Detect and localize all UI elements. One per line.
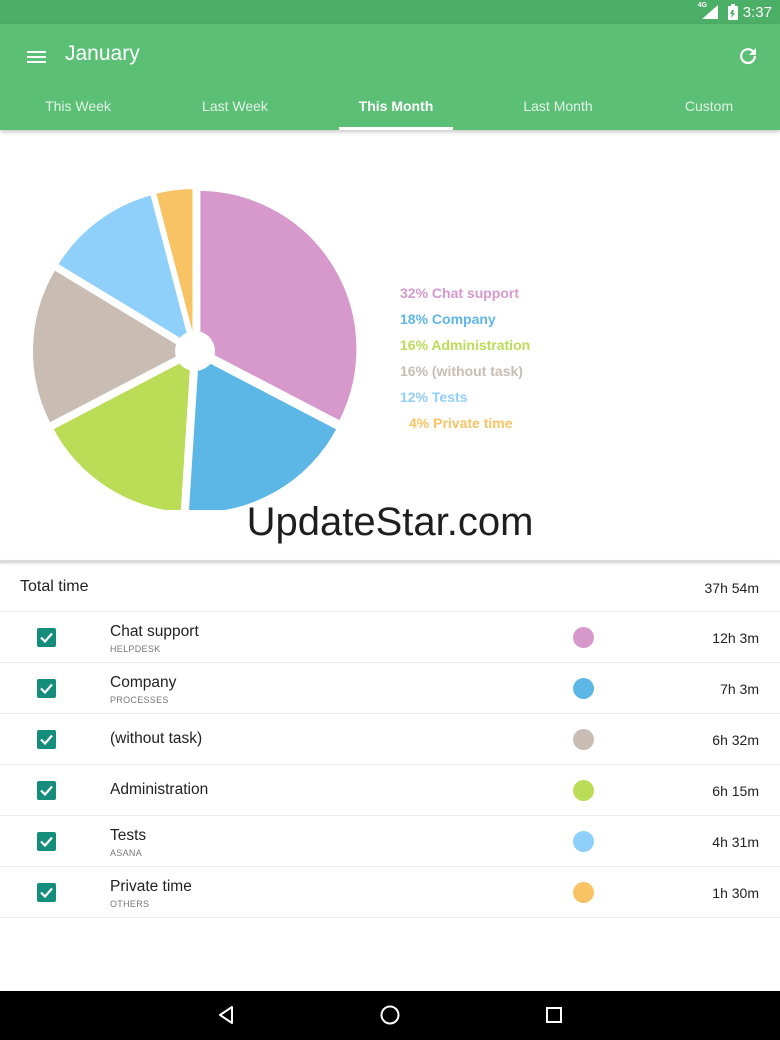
task-project: PROCESSES [110,695,169,705]
app-screen: 4G 3:37 January This Week Last Week This… [0,0,780,1040]
task-name: (without task) [110,730,203,747]
task-time: 1h 30m [712,885,759,901]
task-row[interactable]: Private time OTHERS 1h 30m [0,867,780,918]
tab-this-month[interactable]: This Month [321,92,471,130]
refresh-icon [740,48,757,65]
checkmark-icon [40,734,53,746]
task-checkbox[interactable] [37,883,56,902]
refresh-button[interactable] [736,44,760,68]
task-color-dot [573,882,594,903]
back-icon[interactable] [214,1003,238,1027]
task-name: Tests [110,827,147,844]
battery-icon [728,4,738,20]
task-time: 12h 3m [712,630,759,646]
recents-icon[interactable] [542,1003,566,1027]
task-time: 4h 31m [712,834,759,850]
legend-item: 4% Private time [409,415,513,431]
checkmark-icon [40,887,53,899]
checkmark-icon [40,632,53,644]
task-checkbox[interactable] [37,832,56,851]
home-icon[interactable] [378,1003,402,1027]
legend-item: 16% (without task) [400,363,523,379]
tab-last-week[interactable]: Last Week [160,92,310,130]
legend-item: 32% Chat support [400,285,520,301]
task-color-dot [573,729,594,750]
task-color-dot [573,678,594,699]
menu-button[interactable] [22,44,52,70]
legend-item: 16% Administration [400,337,531,353]
task-row[interactable]: Administration 6h 15m [0,765,780,816]
task-project: HELPDESK [110,644,161,654]
watermark-text: UpdateStar.com [246,500,534,544]
navigation-bar [0,991,780,1040]
task-time: 6h 32m [712,732,759,748]
app-toolbar: January This Week Last Week This Month L… [0,24,780,130]
task-row[interactable]: Tests ASANA 4h 31m [0,816,780,867]
task-name: Administration [110,781,209,798]
task-time: 7h 3m [720,681,759,697]
signal-icon [702,5,718,19]
checkmark-icon [40,836,53,848]
legend-item: 12% Tests [400,389,468,405]
task-color-dot [573,831,594,852]
total-time-value: 37h 54m [704,580,759,596]
task-list: Chat support HELPDESK 12h 3m Company PROCESS… [0,612,780,918]
chart-area: 32% Chat support 18% Company 16% Administr… [0,130,780,560]
chart-legend: 32% Chat support 18% Company 16% Administr… [400,284,530,440]
period-tabs: This Week Last Week This Month Last Mont… [0,92,780,130]
pie-center-hole [175,331,215,371]
task-project: OTHERS [110,899,150,909]
total-time-row: Total time 37h 54m [0,563,780,612]
task-time: 6h 15m [712,783,759,799]
task-checkbox[interactable] [37,679,56,698]
task-name: Private time [110,878,192,895]
task-checkbox[interactable] [37,781,56,800]
task-row[interactable]: Chat support HELPDESK 12h 3m [0,612,780,663]
legend-item: 18% Company [400,311,496,327]
task-checkbox[interactable] [37,730,56,749]
tab-custom[interactable]: Custom [634,92,780,130]
task-color-dot [573,627,594,648]
task-name: Chat support [110,623,199,640]
task-checkbox[interactable] [37,628,56,647]
task-color-dot [573,780,594,801]
status-bar: 4G 3:37 [0,0,780,24]
tab-this-week[interactable]: This Week [3,92,153,130]
task-row[interactable]: Company PROCESSES 7h 3m [0,663,780,714]
task-row[interactable]: (without task) 6h 32m [0,714,780,765]
pie-chart [29,185,361,510]
checkmark-icon [40,785,53,797]
hamburger-menu-icon [27,51,46,63]
task-project: ASANA [110,848,143,858]
checkmark-icon [40,683,53,695]
total-time-label: Total time [20,578,89,595]
clock: 3:37 [742,4,772,21]
tab-last-month[interactable]: Last Month [483,92,633,130]
task-name: Company [110,674,177,691]
page-title: January [65,42,140,65]
